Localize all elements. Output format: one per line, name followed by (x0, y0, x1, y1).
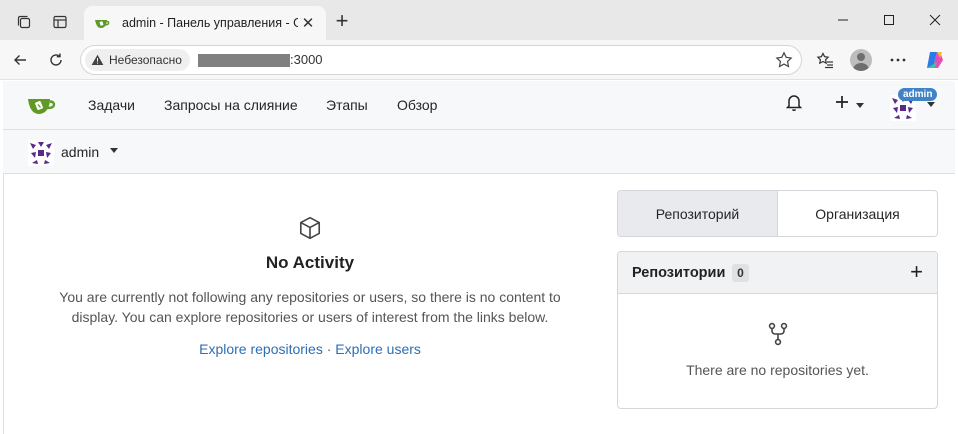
repositories-count-badge: 0 (732, 264, 749, 282)
repositories-panel: Репозитории 0 + There are no repositorie… (617, 251, 938, 409)
dashboard-context-bar: admin (3, 130, 955, 174)
browser-tab-strip: admin - Панель управления - Gi ✕ + (0, 0, 958, 40)
security-label: Небезопасно (109, 53, 182, 67)
back-icon[interactable] (6, 46, 34, 74)
nav-explore[interactable]: Обзор (397, 97, 437, 113)
active-tab[interactable]: admin - Панель управления - Gi ✕ (84, 6, 326, 40)
page-border (3, 174, 4, 434)
explore-links: Explore repositories · Explore users (40, 341, 580, 357)
context-chevron-icon[interactable] (110, 148, 118, 153)
package-icon (299, 216, 321, 240)
address-bar[interactable]: Небезопасно :3000 (80, 45, 802, 75)
copilot-icon[interactable] (921, 46, 949, 74)
chevron-down-icon[interactable] (856, 103, 864, 108)
redacted-host (198, 54, 290, 67)
favorites-icon[interactable] (811, 46, 839, 74)
repositories-empty-state: There are no repositories yet. (618, 294, 937, 378)
empty-title: No Activity (265, 253, 355, 272)
warning-icon (91, 54, 104, 65)
link-separator: · (326, 341, 332, 357)
tab-repository[interactable]: Репозиторий (618, 191, 778, 236)
plus-icon[interactable]: + (330, 8, 354, 33)
admin-badge: admin (898, 88, 938, 101)
star-icon[interactable] (775, 51, 793, 72)
explore-users-link[interactable]: Explore users (335, 341, 421, 357)
profile-avatar[interactable] (847, 46, 875, 74)
add-repository-button[interactable]: + (910, 261, 923, 283)
nav-issues[interactable]: Задачи (88, 97, 135, 113)
more-icon[interactable] (884, 46, 912, 74)
explore-repositories-link[interactable]: Explore repositories (199, 341, 323, 357)
url-text: :3000 (290, 52, 323, 67)
minimize-icon[interactable] (820, 6, 866, 34)
activity-empty-state: No Activity You are currently not follow… (40, 215, 580, 357)
nav-pull-requests[interactable]: Запросы на слияние (164, 97, 298, 113)
gitea-navbar: Задачи Запросы на слияние Этапы Обзор ad… (3, 81, 955, 130)
repo-fork-icon (768, 322, 787, 346)
context-avatar (28, 140, 54, 166)
security-warning[interactable]: Небезопасно (85, 49, 190, 71)
no-repositories-text: There are no repositories yet. (686, 362, 869, 378)
window-close-icon[interactable] (912, 6, 958, 34)
nav-milestones[interactable]: Этапы (326, 97, 368, 113)
gitea-favicon (95, 20, 110, 28)
repositories-header: Репозитории 0 + (618, 252, 937, 294)
reload-icon[interactable] (42, 46, 70, 74)
maximize-icon[interactable] (866, 6, 912, 34)
user-menu-chevron-icon[interactable] (927, 102, 935, 107)
empty-description: You are currently not following any repo… (59, 289, 561, 325)
gitea-logo[interactable] (26, 93, 58, 117)
context-switcher[interactable]: admin (61, 144, 99, 160)
tab-title: admin - Панель управления - Gi (122, 16, 298, 30)
vertical-tabs-icon[interactable] (46, 8, 74, 36)
close-icon[interactable]: ✕ (298, 13, 318, 33)
repositories-title: Репозитории (632, 265, 726, 281)
create-new-button[interactable] (834, 94, 850, 113)
tab-actions-icon[interactable] (10, 8, 38, 36)
bell-icon[interactable] (785, 93, 803, 114)
browser-toolbar: Небезопасно :3000 (0, 40, 958, 80)
tab-organization[interactable]: Организация (778, 191, 937, 236)
repo-org-switch: Репозиторий Организация (617, 190, 938, 237)
